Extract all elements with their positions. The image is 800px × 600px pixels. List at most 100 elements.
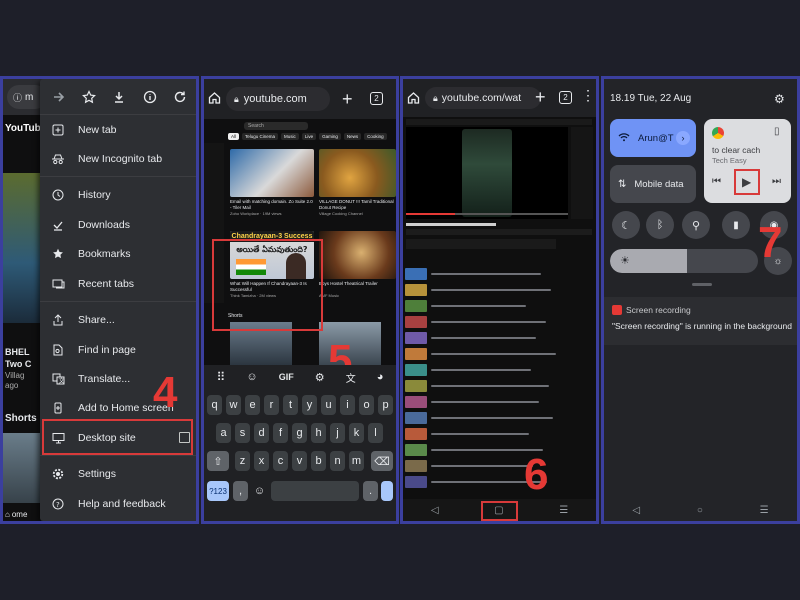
video-player[interactable] xyxy=(406,127,568,219)
menu-item-recent-tabs[interactable]: Recent tabs xyxy=(40,271,196,297)
forward-arrow-icon[interactable] xyxy=(52,90,66,104)
keyboard-settings-icon[interactable]: ⚙ xyxy=(315,371,325,384)
period-key[interactable]: . xyxy=(363,481,378,501)
video-thumbnail[interactable] xyxy=(319,231,396,279)
chip[interactable]: Live xyxy=(301,133,317,140)
home-icon[interactable] xyxy=(407,91,420,104)
related-video[interactable] xyxy=(405,411,561,425)
wifi-tile[interactable]: Arun@T › xyxy=(610,119,696,157)
menu-item-share[interactable]: Share... xyxy=(40,307,196,333)
key[interactable]: a xyxy=(216,423,231,443)
enter-key[interactable] xyxy=(381,481,393,501)
shift-key[interactable]: ⇧ xyxy=(207,451,229,471)
comma-key[interactable]: , xyxy=(233,481,248,501)
back-nav-icon[interactable]: ◁ xyxy=(431,505,439,516)
chip[interactable]: News xyxy=(343,133,362,140)
chip-all[interactable]: All xyxy=(228,133,240,140)
related-video[interactable] xyxy=(405,299,561,313)
key[interactable]: i xyxy=(340,395,355,415)
key[interactable]: y xyxy=(302,395,317,415)
video-title[interactable]: VILLAGE DONUT !!! Tamil Traditional Donu… xyxy=(319,199,396,210)
related-video[interactable] xyxy=(405,363,561,377)
key[interactable]: x xyxy=(254,451,269,471)
key[interactable]: g xyxy=(292,423,307,443)
key[interactable]: n xyxy=(330,451,345,471)
key[interactable]: k xyxy=(349,423,364,443)
new-tab-plus-icon[interactable]: + xyxy=(342,89,353,110)
menu-item-help-and-feedback[interactable]: ? Help and feedback xyxy=(40,491,196,517)
chevron-right-icon[interactable]: › xyxy=(676,131,690,145)
cast-device-icon[interactable]: ▯ xyxy=(774,126,780,137)
menu-item-settings[interactable]: Settings xyxy=(40,461,196,487)
space-key[interactable] xyxy=(271,481,359,501)
key[interactable]: s xyxy=(235,423,250,443)
related-video[interactable] xyxy=(405,283,561,297)
menu-item-find-in-page[interactable]: Find in page xyxy=(40,337,196,363)
download-icon[interactable] xyxy=(112,90,126,104)
address-bar[interactable]: 🔒︎ youtube.com xyxy=(226,87,330,111)
recents-nav-icon[interactable]: ☰ xyxy=(559,505,568,516)
video-title[interactable]: Boys Hostel Theatrical Trailer xyxy=(319,281,396,287)
key[interactable]: w xyxy=(226,395,241,415)
bottom-nav-home[interactable]: ⌂ ome xyxy=(3,507,40,521)
chip[interactable]: Cooking xyxy=(364,133,387,140)
symbols-key[interactable]: ?123 xyxy=(207,481,229,501)
page-info-icon[interactable] xyxy=(143,90,157,104)
previous-track-icon[interactable]: ⏮ xyxy=(712,176,721,187)
menu-item-new-tab[interactable]: New tab xyxy=(40,117,196,143)
screen-recording-notification[interactable]: Screen recording "Screen recording" is r… xyxy=(604,297,797,345)
next-track-icon[interactable]: ⏭ xyxy=(772,176,781,187)
address-bar[interactable]: 🔒︎ youtube.com/wat xyxy=(425,87,541,109)
drag-handle[interactable] xyxy=(692,283,712,286)
key[interactable]: d xyxy=(254,423,269,443)
back-nav-icon[interactable]: ◁ xyxy=(632,505,640,516)
chip[interactable]: Gaming xyxy=(319,133,341,140)
progress-bar[interactable] xyxy=(406,213,568,215)
battery-saver-toggle[interactable]: ▮ xyxy=(722,211,750,239)
key[interactable]: l xyxy=(368,423,383,443)
gif-button[interactable]: GIF xyxy=(279,372,294,382)
menu-item-history[interactable]: History xyxy=(40,182,196,208)
related-video[interactable] xyxy=(405,331,561,345)
key[interactable]: m xyxy=(349,451,364,471)
bluetooth-toggle[interactable]: ᛒ xyxy=(646,211,674,239)
key[interactable]: r xyxy=(264,395,279,415)
key[interactable]: t xyxy=(283,395,298,415)
palette-icon[interactable]: ◕ xyxy=(377,371,384,383)
refresh-icon[interactable] xyxy=(173,90,187,104)
key[interactable]: u xyxy=(321,395,336,415)
emoji-key[interactable]: ☺ xyxy=(252,481,267,501)
recents-nav-icon[interactable]: ☰ xyxy=(760,505,769,516)
key[interactable]: b xyxy=(311,451,326,471)
apps-grid-icon[interactable]: ⠿ xyxy=(217,370,226,384)
chip[interactable]: Music xyxy=(281,133,299,140)
sticker-icon[interactable]: ☺ xyxy=(246,371,257,383)
home-nav-icon[interactable]: ○ xyxy=(697,505,703,516)
search-input[interactable]: Search xyxy=(244,122,308,130)
home-icon[interactable] xyxy=(208,91,221,104)
key[interactable]: j xyxy=(330,423,345,443)
tab-switcher-icon[interactable]: 2 xyxy=(559,91,572,104)
key[interactable]: q xyxy=(207,395,222,415)
related-video[interactable] xyxy=(405,315,561,329)
mobile-data-tile[interactable]: ⇅ Mobile data xyxy=(610,165,696,203)
tab-switcher-icon[interactable]: 2 xyxy=(370,92,383,105)
backspace-key[interactable]: ⌫ xyxy=(371,451,393,471)
related-video[interactable] xyxy=(405,267,561,281)
chip[interactable]: Telugu Cinema xyxy=(242,133,279,140)
related-video[interactable] xyxy=(405,379,561,393)
video-title[interactable]: Email with matching domain. Zo Suite 2.0… xyxy=(230,199,314,210)
menu-item-new-incognito-tab[interactable]: New Incognito tab xyxy=(40,146,196,172)
menu-item-bookmarks[interactable]: Bookmarks xyxy=(40,241,196,267)
key[interactable]: z xyxy=(235,451,250,471)
key[interactable]: h xyxy=(311,423,326,443)
key[interactable]: e xyxy=(245,395,260,415)
key[interactable]: o xyxy=(359,395,374,415)
key[interactable]: f xyxy=(273,423,288,443)
menu-item-downloads[interactable]: Downloads xyxy=(40,212,196,238)
key[interactable]: c xyxy=(273,451,288,471)
related-video[interactable] xyxy=(405,395,561,409)
video-thumbnail[interactable] xyxy=(319,149,396,197)
dark-mode-toggle[interactable]: ☾ xyxy=(612,211,640,239)
settings-gear-icon[interactable]: ⚙ xyxy=(774,92,785,106)
